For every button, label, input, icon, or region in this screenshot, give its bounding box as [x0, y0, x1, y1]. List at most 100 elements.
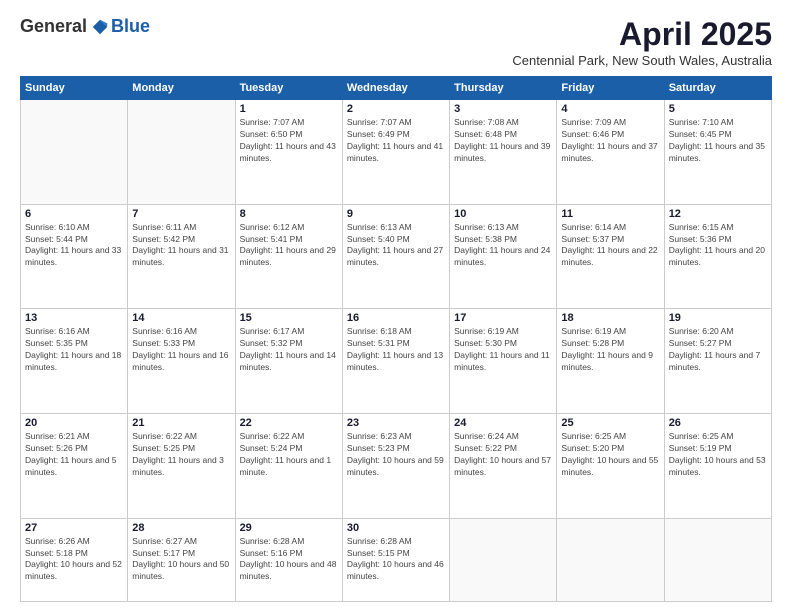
- day-number: 13: [25, 312, 123, 324]
- day-number: 23: [347, 417, 445, 429]
- day-number: 5: [669, 103, 767, 115]
- day-info: Sunrise: 6:21 AM Sunset: 5:26 PM Dayligh…: [25, 431, 123, 479]
- day-info: Sunrise: 7:07 AM Sunset: 6:50 PM Dayligh…: [240, 117, 338, 165]
- day-info: Sunrise: 6:12 AM Sunset: 5:41 PM Dayligh…: [240, 222, 338, 270]
- logo-general: General: [20, 16, 87, 37]
- day-info: Sunrise: 6:20 AM Sunset: 5:27 PM Dayligh…: [669, 326, 767, 374]
- table-row: 15 Sunrise: 6:17 AM Sunset: 5:32 PM Dayli…: [235, 309, 342, 414]
- header-monday: Monday: [128, 77, 235, 100]
- day-info: Sunrise: 6:10 AM Sunset: 5:44 PM Dayligh…: [25, 222, 123, 270]
- day-number: 21: [132, 417, 230, 429]
- day-info: Sunrise: 7:10 AM Sunset: 6:45 PM Dayligh…: [669, 117, 767, 165]
- table-row: 5 Sunrise: 7:10 AM Sunset: 6:45 PM Daylig…: [664, 100, 771, 205]
- table-row: 13 Sunrise: 6:16 AM Sunset: 5:35 PM Dayli…: [21, 309, 128, 414]
- table-row: [664, 518, 771, 601]
- day-number: 16: [347, 312, 445, 324]
- day-number: 22: [240, 417, 338, 429]
- header-sunday: Sunday: [21, 77, 128, 100]
- title-area: April 2025 Centennial Park, New South Wa…: [512, 16, 772, 68]
- day-number: 1: [240, 103, 338, 115]
- day-info: Sunrise: 6:22 AM Sunset: 5:24 PM Dayligh…: [240, 431, 338, 479]
- table-row: 20 Sunrise: 6:21 AM Sunset: 5:26 PM Dayli…: [21, 414, 128, 519]
- logo-area: General Blue: [20, 16, 150, 37]
- header-wednesday: Wednesday: [342, 77, 449, 100]
- day-number: 9: [347, 208, 445, 220]
- day-number: 30: [347, 522, 445, 534]
- day-info: Sunrise: 6:22 AM Sunset: 5:25 PM Dayligh…: [132, 431, 230, 479]
- day-number: 15: [240, 312, 338, 324]
- day-info: Sunrise: 7:09 AM Sunset: 6:46 PM Dayligh…: [561, 117, 659, 165]
- table-row: 23 Sunrise: 6:23 AM Sunset: 5:23 PM Dayli…: [342, 414, 449, 519]
- table-row: 30 Sunrise: 6:28 AM Sunset: 5:15 PM Dayli…: [342, 518, 449, 601]
- table-row: 21 Sunrise: 6:22 AM Sunset: 5:25 PM Dayli…: [128, 414, 235, 519]
- day-info: Sunrise: 7:07 AM Sunset: 6:49 PM Dayligh…: [347, 117, 445, 165]
- day-number: 27: [25, 522, 123, 534]
- day-info: Sunrise: 6:13 AM Sunset: 5:38 PM Dayligh…: [454, 222, 552, 270]
- day-info: Sunrise: 6:15 AM Sunset: 5:36 PM Dayligh…: [669, 222, 767, 270]
- day-number: 19: [669, 312, 767, 324]
- table-row: 7 Sunrise: 6:11 AM Sunset: 5:42 PM Daylig…: [128, 204, 235, 309]
- day-info: Sunrise: 6:27 AM Sunset: 5:17 PM Dayligh…: [132, 536, 230, 584]
- day-info: Sunrise: 7:08 AM Sunset: 6:48 PM Dayligh…: [454, 117, 552, 165]
- day-number: 18: [561, 312, 659, 324]
- day-info: Sunrise: 6:17 AM Sunset: 5:32 PM Dayligh…: [240, 326, 338, 374]
- subtitle: Centennial Park, New South Wales, Austra…: [512, 53, 772, 68]
- header-thursday: Thursday: [450, 77, 557, 100]
- day-number: 26: [669, 417, 767, 429]
- day-info: Sunrise: 6:16 AM Sunset: 5:35 PM Dayligh…: [25, 326, 123, 374]
- table-row: 11Sunrise: 6:14 AM Sunset: 5:37 PM Dayli…: [557, 204, 664, 309]
- table-row: 28Sunrise: 6:27 AM Sunset: 5:17 PM Dayli…: [128, 518, 235, 601]
- day-number: 7: [132, 208, 230, 220]
- header-tuesday: Tuesday: [235, 77, 342, 100]
- day-number: 4: [561, 103, 659, 115]
- day-info: Sunrise: 6:19 AM Sunset: 5:28 PM Dayligh…: [561, 326, 659, 374]
- day-number: 10: [454, 208, 552, 220]
- table-row: 10 Sunrise: 6:13 AM Sunset: 5:38 PM Dayli…: [450, 204, 557, 309]
- day-number: 8: [240, 208, 338, 220]
- day-number: 20: [25, 417, 123, 429]
- day-info: Sunrise: 6:25 AM Sunset: 5:19 PM Dayligh…: [669, 431, 767, 479]
- table-row: 19 Sunrise: 6:20 AM Sunset: 5:27 PM Dayli…: [664, 309, 771, 414]
- table-row: 12 Sunrise: 6:15 AM Sunset: 5:36 PM Dayli…: [664, 204, 771, 309]
- day-number: 2: [347, 103, 445, 115]
- table-row: 25Sunrise: 6:25 AM Sunset: 5:20 PM Dayli…: [557, 414, 664, 519]
- table-row: 26 Sunrise: 6:25 AM Sunset: 5:19 PM Dayli…: [664, 414, 771, 519]
- day-info: Sunrise: 6:26 AM Sunset: 5:18 PM Dayligh…: [25, 536, 123, 584]
- header-friday: Friday: [557, 77, 664, 100]
- day-number: 12: [669, 208, 767, 220]
- table-row: 8 Sunrise: 6:12 AM Sunset: 5:41 PM Daylig…: [235, 204, 342, 309]
- day-info: Sunrise: 6:11 AM Sunset: 5:42 PM Dayligh…: [132, 222, 230, 270]
- table-row: 17 Sunrise: 6:19 AM Sunset: 5:30 PM Dayli…: [450, 309, 557, 414]
- page: General Blue April 2025 Centennial Park,…: [0, 0, 792, 612]
- table-row: 9Sunrise: 6:13 AM Sunset: 5:40 PM Daylig…: [342, 204, 449, 309]
- logo-icon: [91, 18, 109, 36]
- day-number: 29: [240, 522, 338, 534]
- day-info: Sunrise: 6:14 AM Sunset: 5:37 PM Dayligh…: [561, 222, 659, 270]
- day-number: 3: [454, 103, 552, 115]
- table-row: 6 Sunrise: 6:10 AM Sunset: 5:44 PM Daylig…: [21, 204, 128, 309]
- day-info: Sunrise: 6:19 AM Sunset: 5:30 PM Dayligh…: [454, 326, 552, 374]
- header-saturday: Saturday: [664, 77, 771, 100]
- day-number: 6: [25, 208, 123, 220]
- weekday-header-row: Sunday Monday Tuesday Wednesday Thursday…: [21, 77, 772, 100]
- month-title: April 2025: [512, 16, 772, 53]
- table-row: 2 Sunrise: 7:07 AM Sunset: 6:49 PM Daylig…: [342, 100, 449, 205]
- table-row: 18 Sunrise: 6:19 AM Sunset: 5:28 PM Dayli…: [557, 309, 664, 414]
- day-info: Sunrise: 6:18 AM Sunset: 5:31 PM Dayligh…: [347, 326, 445, 374]
- day-info: Sunrise: 6:16 AM Sunset: 5:33 PM Dayligh…: [132, 326, 230, 374]
- day-info: Sunrise: 6:23 AM Sunset: 5:23 PM Dayligh…: [347, 431, 445, 479]
- table-row: 4 Sunrise: 7:09 AM Sunset: 6:46 PM Daylig…: [557, 100, 664, 205]
- day-info: Sunrise: 6:25 AM Sunset: 5:20 PM Dayligh…: [561, 431, 659, 479]
- table-row: 3 Sunrise: 7:08 AM Sunset: 6:48 PM Daylig…: [450, 100, 557, 205]
- logo: General Blue: [20, 16, 150, 37]
- table-row: 16 Sunrise: 6:18 AM Sunset: 5:31 PM Dayli…: [342, 309, 449, 414]
- table-row: 22 Sunrise: 6:22 AM Sunset: 5:24 PM Dayli…: [235, 414, 342, 519]
- calendar: Sunday Monday Tuesday Wednesday Thursday…: [20, 76, 772, 602]
- table-row: [557, 518, 664, 601]
- day-number: 17: [454, 312, 552, 324]
- day-info: Sunrise: 6:28 AM Sunset: 5:15 PM Dayligh…: [347, 536, 445, 584]
- table-row: [128, 100, 235, 205]
- table-row: 14Sunrise: 6:16 AM Sunset: 5:33 PM Dayli…: [128, 309, 235, 414]
- table-row: 24Sunrise: 6:24 AM Sunset: 5:22 PM Dayli…: [450, 414, 557, 519]
- header: General Blue April 2025 Centennial Park,…: [20, 16, 772, 68]
